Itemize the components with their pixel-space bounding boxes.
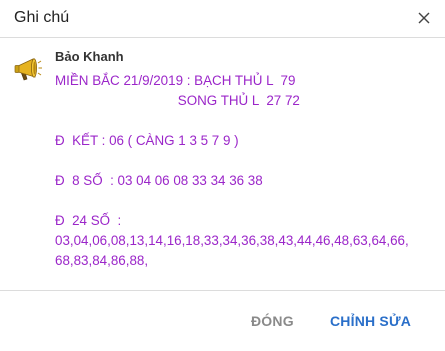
note-text: MIỀN BẮC 21/9/2019 : BẠCH THỦ L 79 SONG … (55, 73, 409, 268)
close-dialog-button[interactable]: ĐÓNG (251, 313, 294, 329)
megaphone-icon (13, 54, 43, 84)
dialog-header: Ghi chú (0, 0, 445, 38)
dialog-footer: ĐÓNG CHỈNH SỬA (0, 290, 445, 351)
dialog-title: Ghi chú (14, 9, 70, 26)
close-icon (418, 12, 430, 24)
edit-note-button[interactable]: CHỈNH SỬA (330, 313, 411, 329)
note-author: Bảo Khanh (55, 49, 124, 64)
close-button[interactable] (412, 6, 436, 30)
note-content: Bảo Khanh MIỀN BẮC 21/9/2019 : BẠCH THỦ … (0, 38, 445, 290)
note-dialog: Ghi chú Bảo Khanh MIỀN BẮC 21/9/2019: B… (0, 0, 445, 351)
